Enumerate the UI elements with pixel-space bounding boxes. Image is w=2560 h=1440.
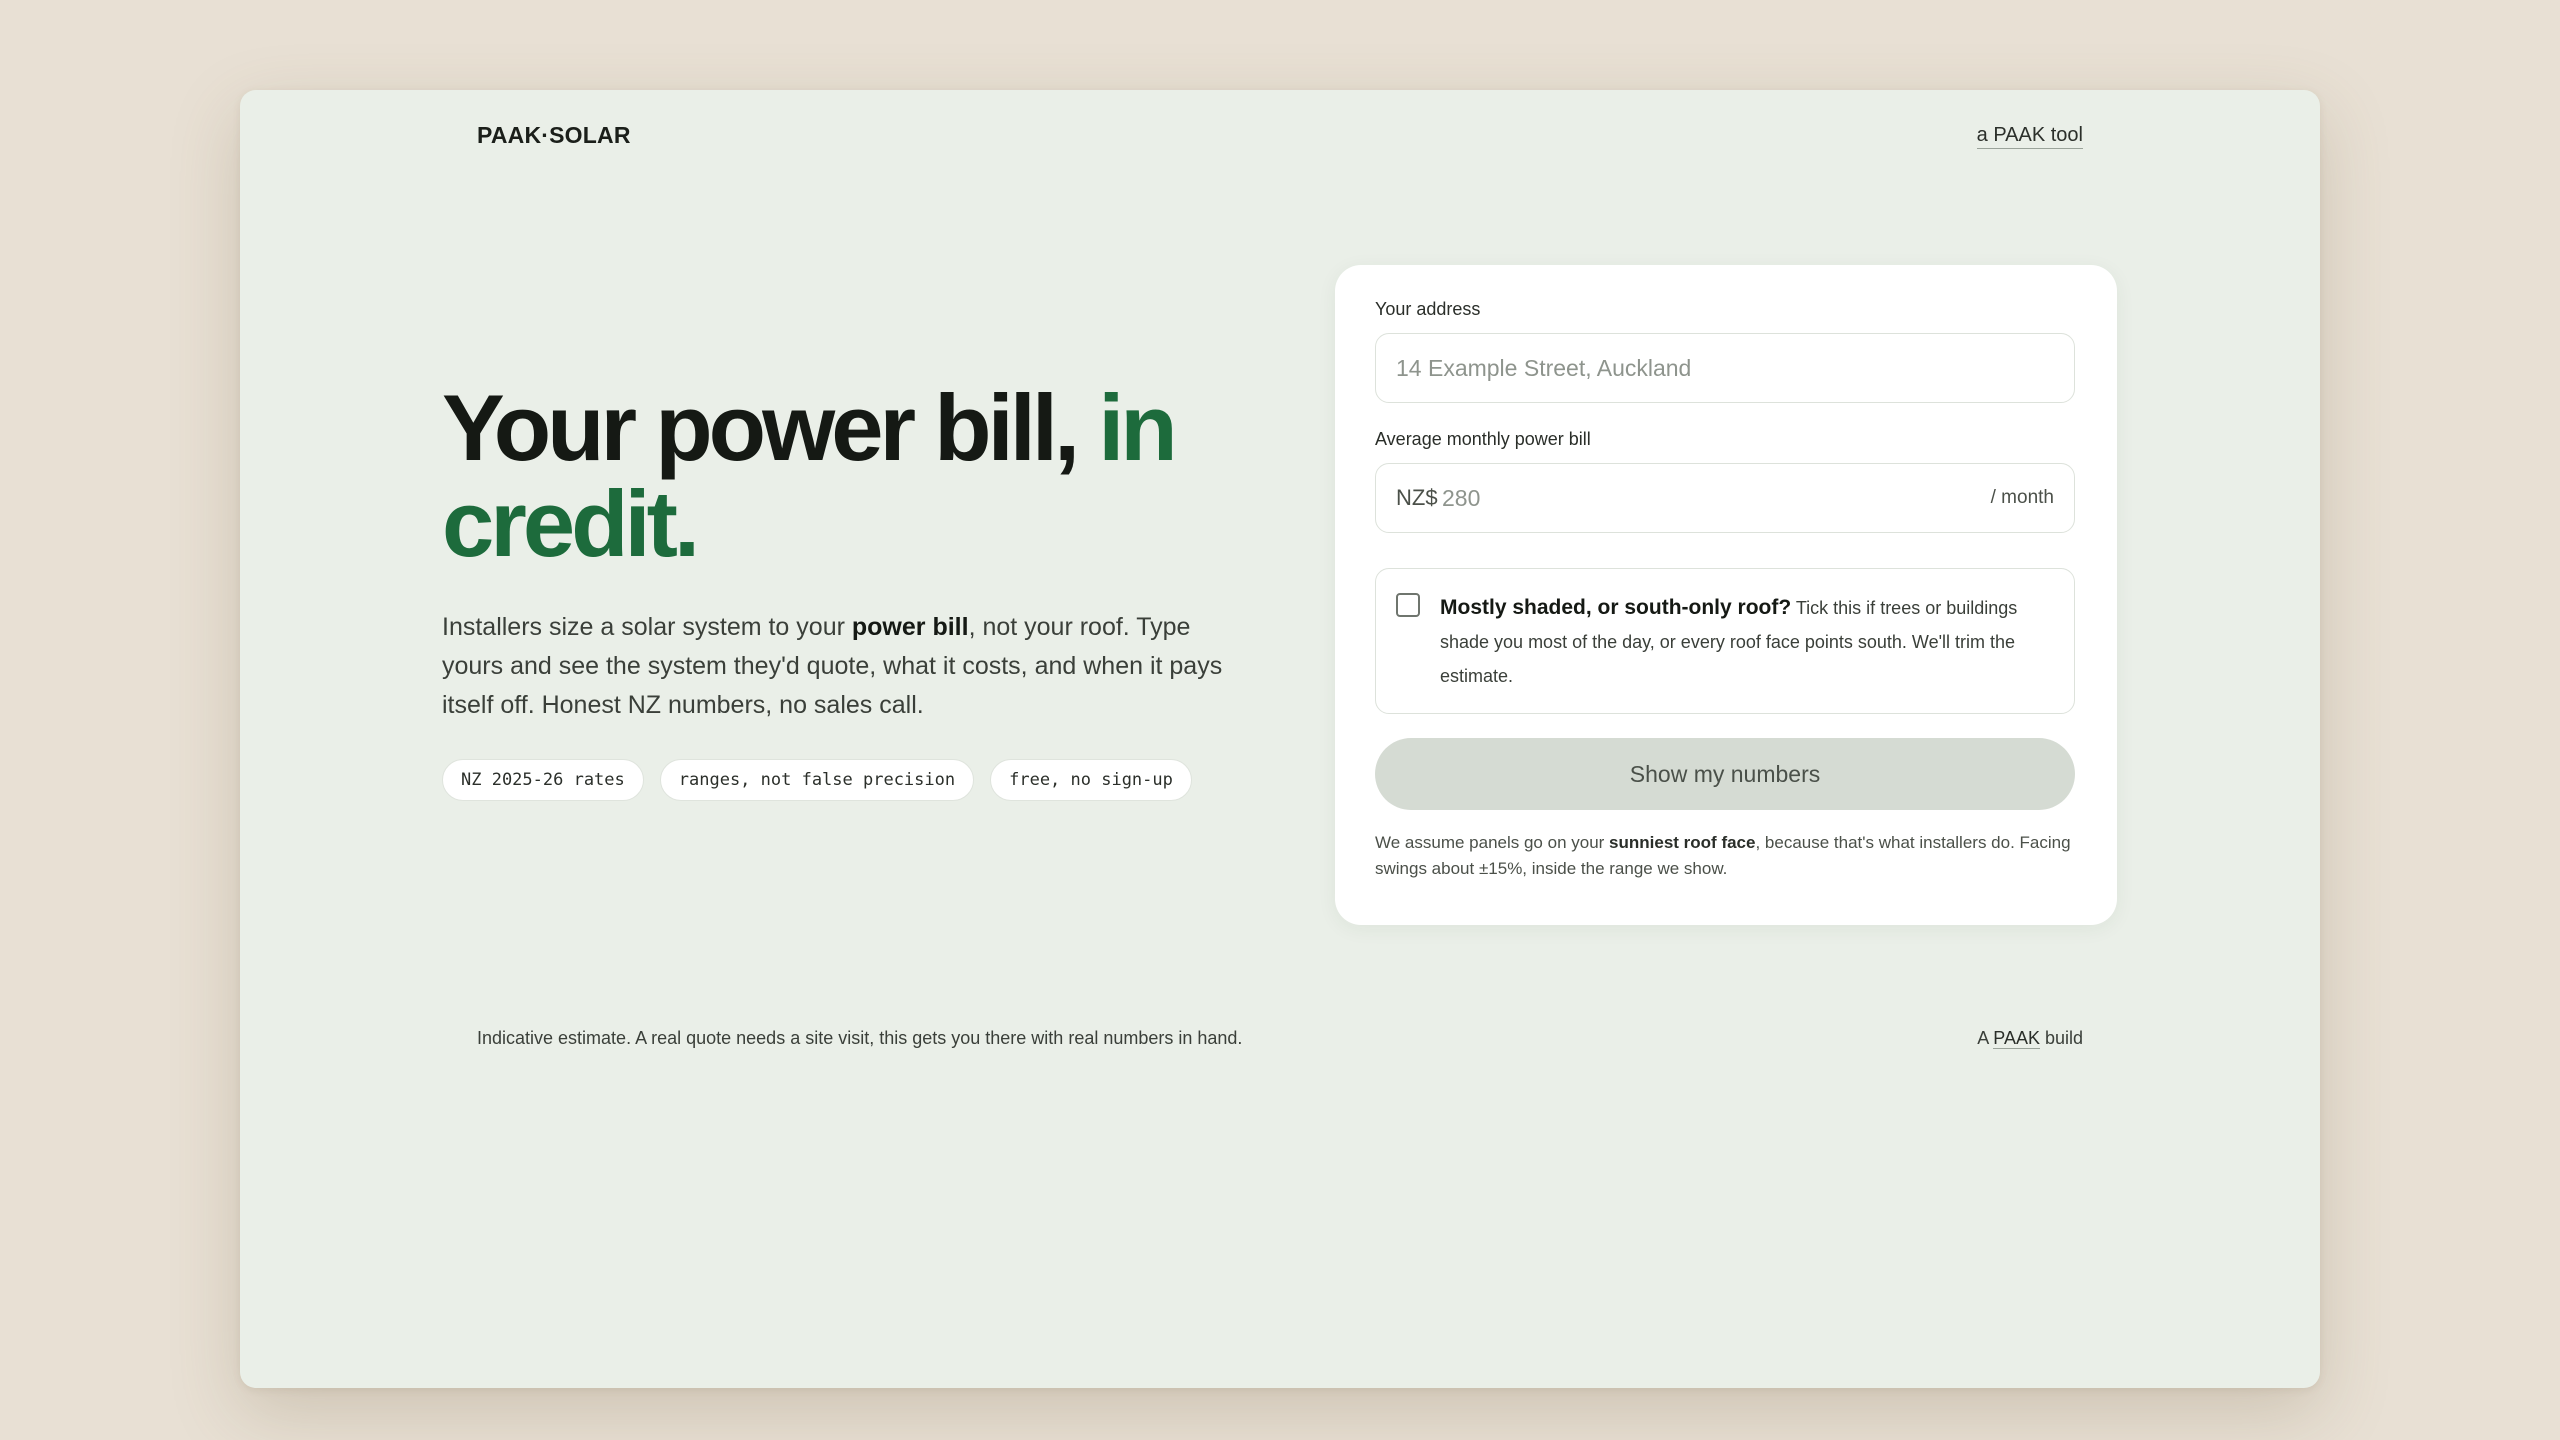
shade-option-text: Mostly shaded, or south-only roof? Tick … xyxy=(1440,591,2050,693)
hero-description: Installers size a solar system to your p… xyxy=(442,608,1242,725)
logo-dot: · xyxy=(541,122,550,148)
headline-main: Your power bill, xyxy=(442,375,1099,480)
chip-free: free, no sign-up xyxy=(990,759,1192,801)
lede-bold: power bill xyxy=(851,613,969,641)
chip-ranges: ranges, not false precision xyxy=(659,759,975,801)
paak-build-link[interactable]: PAAK xyxy=(1993,1028,2040,1049)
per-month-suffix: / month xyxy=(1990,487,2054,508)
currency-prefix: NZ$ xyxy=(1396,485,1438,510)
hero-headline: Your power bill, in credit. xyxy=(442,380,1262,572)
paak-tool-link[interactable]: a PAAK tool xyxy=(1976,124,2083,149)
shaded-roof-checkbox[interactable] xyxy=(1396,593,1420,617)
note-part-1: We assume panels go on your xyxy=(1375,833,1610,852)
bill-field-box: NZ$ / month xyxy=(1375,463,2075,533)
logo-text-solar: SOLAR xyxy=(549,122,631,148)
app-window: PAAK·SOLAR a PAAK tool Your power bill, … xyxy=(240,90,2320,1388)
show-my-numbers-button[interactable]: Show my numbers xyxy=(1375,738,2075,810)
monthly-bill-input[interactable] xyxy=(1442,464,1974,532)
estimate-form-card: Your address Average monthly power bill … xyxy=(1335,265,2117,925)
feature-chips: NZ 2025-26 rates ranges, not false preci… xyxy=(442,759,1262,801)
logo-text-paak: PAAK xyxy=(477,122,542,148)
chip-rates: NZ 2025-26 rates xyxy=(442,759,644,801)
shade-option[interactable]: Mostly shaded, or south-only roof? Tick … xyxy=(1375,568,2075,714)
shade-title: Mostly shaded, or south-only roof? xyxy=(1440,596,1792,619)
note-bold: sunniest roof face xyxy=(1609,833,1756,852)
credit-prefix: A xyxy=(1977,1028,1994,1048)
paak-solar-logo[interactable]: PAAK·SOLAR xyxy=(477,122,631,149)
address-input[interactable] xyxy=(1376,334,2074,402)
lede-part-1: Installers size a solar system to your xyxy=(442,613,852,641)
credit-suffix: build xyxy=(2039,1028,2083,1048)
address-label: Your address xyxy=(1375,299,1481,319)
footer-credit: A PAAK build xyxy=(1977,1028,2083,1049)
bill-label: Average monthly power bill xyxy=(1375,429,1591,449)
hero-section: Your power bill, in credit. Installers s… xyxy=(442,380,1262,801)
footer-disclaimer: Indicative estimate. A real quote needs … xyxy=(477,1028,1243,1048)
address-field-box xyxy=(1375,333,2075,403)
bill-input-wrap xyxy=(1442,464,1974,532)
assumption-note: We assume panels go on your sunniest roo… xyxy=(1375,830,2085,882)
